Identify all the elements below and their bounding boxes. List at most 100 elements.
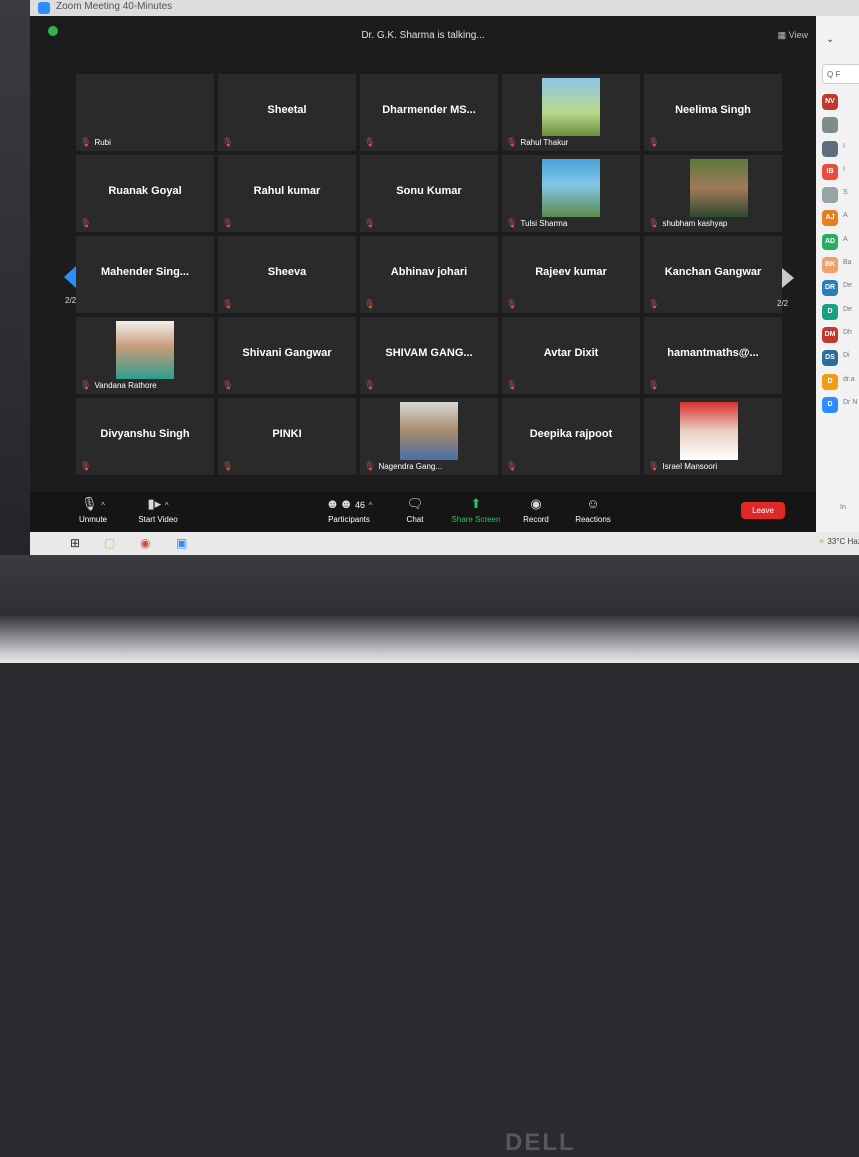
muted-mic-icon: 🎙︎ — [648, 218, 660, 228]
chat-button[interactable]: 🗨︎ Chat — [400, 496, 430, 524]
participant-name: Deepika rajpoot — [529, 428, 613, 440]
participant-tile[interactable]: Shivani Gangwar 🎙︎ — [218, 317, 356, 394]
participant-list-name: A — [843, 235, 848, 243]
record-label: Record — [523, 515, 549, 524]
participant-label-text: Rahul Thakur — [520, 138, 569, 147]
participant-label: 🎙︎ — [648, 299, 662, 310]
muted-mic-icon: 🎙︎ — [506, 380, 518, 390]
reactions-label: Reactions — [575, 515, 611, 524]
meeting-topbar: Dr. G.K. Sharma is talking... ▦ View — [30, 16, 816, 56]
participant-name: Sheetal — [267, 104, 307, 116]
participant-tile[interactable]: Ruanak Goyal 🎙︎ — [76, 155, 214, 232]
share-screen-label: Share Screen — [451, 515, 501, 524]
participant-label: 🎙︎ Rahul Thakur — [506, 137, 568, 148]
participant-label: 🎙︎ — [506, 461, 520, 472]
participant-list-name: De — [843, 282, 852, 290]
view-label: View — [788, 30, 808, 40]
participant-label: 🎙︎ — [222, 299, 236, 310]
previous-page-arrow-icon[interactable] — [64, 266, 76, 288]
participant-tile[interactable]: 🎙︎ Israel Mansoori — [644, 398, 782, 475]
participant-tile[interactable]: Divyanshu Singh 🎙︎ — [76, 398, 214, 475]
participant-search-input[interactable]: Q F — [822, 64, 859, 84]
avatar: DS — [822, 350, 838, 367]
participant-tile[interactable]: Rahul kumar 🎙︎ — [218, 155, 356, 232]
participant-label: 🎙︎ — [80, 218, 94, 229]
participant-label: 🎙︎ — [364, 218, 378, 229]
participant-label: 🎙︎ — [506, 380, 520, 391]
participant-tile[interactable]: PINKI 🎙︎ — [218, 398, 356, 475]
participant-tile[interactable]: Rajeev kumar 🎙︎ — [502, 236, 640, 313]
participant-label: 🎙︎ — [222, 380, 236, 391]
muted-mic-icon: 🎙︎ — [80, 218, 92, 228]
participant-photo — [542, 78, 600, 136]
avatar — [822, 117, 838, 134]
participant-photo — [542, 159, 600, 217]
participant-tile[interactable]: hamantmaths@... 🎙︎ — [644, 317, 782, 394]
weather-text: 33°C Haz — [827, 537, 859, 546]
participant-list-name: Dr N — [843, 398, 858, 406]
participant-label: 🎙︎ Tulsi Sharma — [506, 218, 567, 229]
muted-mic-icon: 🎙︎ — [222, 137, 234, 147]
participant-tile[interactable]: Sheetal 🎙︎ — [218, 74, 356, 151]
muted-mic-icon: 🎙︎ — [506, 299, 518, 309]
chrome-icon[interactable]: ◉ — [140, 536, 150, 551]
participant-name: Sonu Kumar — [396, 185, 462, 197]
avatar: AJ — [822, 210, 838, 227]
participant-list-name: I — [843, 165, 845, 173]
participant-tile[interactable]: Kanchan Gangwar 🎙︎ — [644, 236, 782, 313]
participant-tile[interactable]: Sonu Kumar 🎙︎ — [360, 155, 498, 232]
avatar — [822, 140, 838, 157]
muted-mic-icon: 🎙︎ — [222, 299, 234, 309]
reactions-icon: ☺ — [586, 496, 600, 511]
participant-label-text: Tulsi Sharma — [520, 219, 568, 228]
unmute-button[interactable]: 🎙︎ ^ Unmute — [70, 496, 116, 524]
participant-tile[interactable]: 🎙︎ Rubi — [76, 74, 214, 151]
participant-tile[interactable]: 🎙︎ Nagendra Gang... — [360, 398, 498, 475]
share-screen-icon: ⬆︎ — [470, 496, 482, 511]
participant-tile[interactable]: Sheeva 🎙︎ — [218, 236, 356, 313]
record-button[interactable]: ◉ Record — [518, 496, 554, 524]
participant-tile[interactable]: Mahender Sing... — [76, 236, 214, 313]
share-screen-button[interactable]: ⬆︎ Share Screen — [448, 496, 504, 524]
participant-photo — [690, 159, 748, 217]
view-button[interactable]: ▦ View — [778, 30, 808, 41]
participant-list-name: Dh — [843, 328, 852, 336]
leave-button[interactable]: Leave — [741, 502, 785, 519]
participant-tile[interactable]: Deepika rajpoot 🎙︎ — [502, 398, 640, 475]
avatar — [822, 187, 838, 204]
start-video-button[interactable]: ▮▸ ^ Start Video — [128, 496, 188, 524]
participant-tile[interactable]: Dharmender MS... 🎙︎ — [360, 74, 498, 151]
participant-name: Ruanak Goyal — [108, 185, 182, 197]
muted-mic-icon: 🎙︎ — [648, 137, 660, 147]
weather-widget[interactable]: ☀ 33°C Haz — [818, 537, 859, 546]
participant-tile[interactable]: SHIVAM GANG... 🎙︎ — [360, 317, 498, 394]
participant-tile[interactable]: Abhinav johari 🎙︎ — [360, 236, 498, 313]
avatar: D — [822, 303, 838, 320]
muted-mic-icon: 🎙︎ — [222, 218, 234, 228]
muted-mic-icon: 🎙︎ — [364, 137, 376, 147]
avatar: D — [822, 396, 838, 413]
participant-tile[interactable]: Avtar Dixit 🎙︎ — [502, 317, 640, 394]
participant-tile[interactable]: Neelima Singh 🎙︎ — [644, 74, 782, 151]
participant-label-text: Israel Mansoori — [662, 462, 718, 471]
participant-photo — [116, 321, 174, 379]
invite-button[interactable]: In — [840, 504, 846, 511]
muted-mic-icon: 🎙︎ — [648, 461, 660, 471]
participant-tile[interactable]: 🎙︎ shubham kashyap — [644, 155, 782, 232]
zoom-taskbar-icon[interactable]: ▣ — [176, 536, 187, 551]
participants-button[interactable]: ☻☻ 46 ^ Participants — [314, 496, 384, 524]
next-page-arrow-icon[interactable] — [782, 268, 794, 288]
file-explorer-icon[interactable]: ▢ — [104, 536, 115, 551]
participant-name: Sheeva — [267, 266, 307, 278]
active-speaker-label: Dr. G.K. Sharma is talking... — [361, 30, 485, 41]
chevron-down-icon[interactable]: ⌄ — [826, 34, 834, 45]
reactions-button[interactable]: ☺ Reactions — [570, 496, 616, 524]
windows-start-icon[interactable]: ⊞ — [70, 536, 80, 551]
participant-tile[interactable]: 🎙︎ Tulsi Sharma — [502, 155, 640, 232]
participant-tile[interactable]: 🎙︎ Vandana Rathore — [76, 317, 214, 394]
participant-label: 🎙︎ — [222, 137, 236, 148]
participant-list-name: I — [843, 142, 845, 150]
participant-name: Abhinav johari — [390, 266, 468, 278]
dell-logo: DELL — [505, 1129, 576, 1156]
participant-tile[interactable]: 🎙︎ Rahul Thakur — [502, 74, 640, 151]
